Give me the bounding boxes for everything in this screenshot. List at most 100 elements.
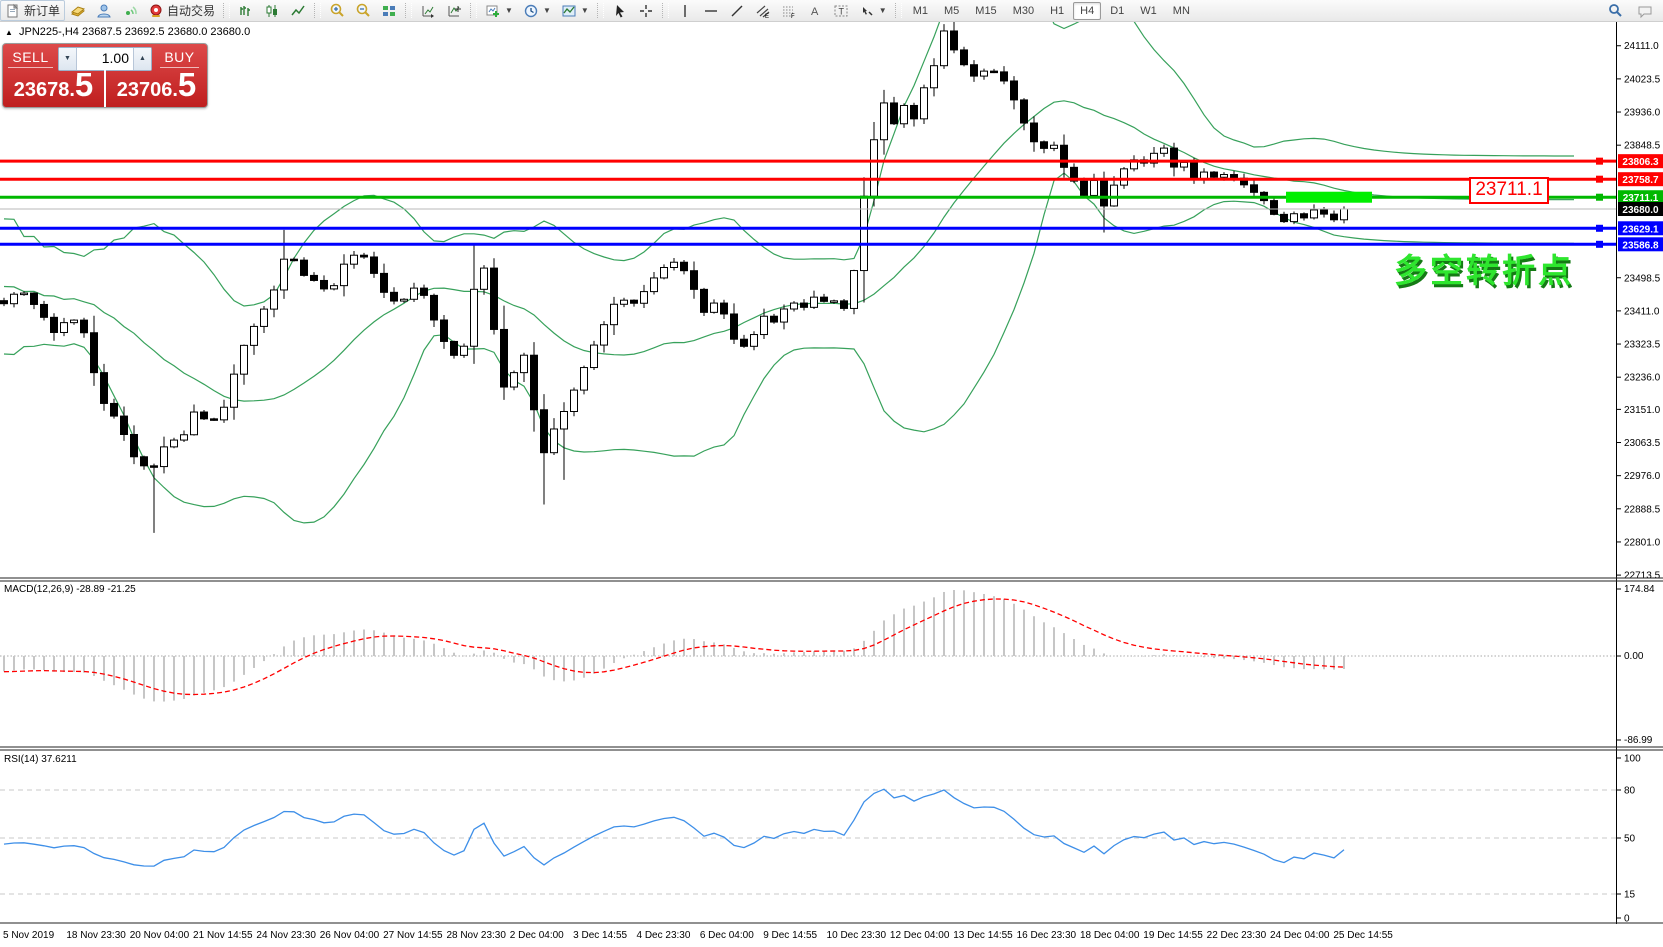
macd-histogram-bar <box>103 656 105 681</box>
candle-body <box>1311 210 1318 218</box>
timeframe-button-h1[interactable]: H1 <box>1043 2 1071 20</box>
candle-body <box>611 304 618 324</box>
buy-button[interactable]: BUY <box>152 46 207 68</box>
dropdown-caret: ▼ <box>543 6 551 15</box>
template-button[interactable]: ▼ <box>556 0 594 21</box>
macd-histogram-bar <box>1083 645 1085 656</box>
label-tool-button[interactable]: T <box>828 0 854 21</box>
current-price-badge-label: 23680.0 <box>1622 205 1659 216</box>
text-label-icon: T <box>833 3 849 19</box>
svg-text:E: E <box>765 14 769 19</box>
chat-icon[interactable] <box>1637 3 1653 19</box>
volume-increase-button[interactable]: ▲ <box>133 48 151 70</box>
hline-23629.1-badge-label: 23629.1 <box>1622 224 1659 235</box>
macd-histogram-bar <box>983 594 985 656</box>
crosshair-button[interactable] <box>633 0 659 21</box>
buy-price-pip: 5 <box>178 70 196 100</box>
macd-histogram-bar <box>1153 655 1155 656</box>
candle-body <box>601 325 608 345</box>
candle-body <box>441 320 448 341</box>
search-icon[interactable] <box>1607 3 1623 19</box>
arrows-tool-button[interactable]: ▼ <box>854 0 892 21</box>
candle-body <box>1021 100 1028 123</box>
horizontal-line-icon <box>703 3 719 19</box>
highlight-bar[interactable] <box>1286 192 1372 203</box>
candle-body <box>91 333 98 373</box>
candle-body <box>211 419 218 421</box>
zoom-in-button[interactable] <box>324 0 350 21</box>
macd-histogram-bar <box>993 596 995 656</box>
time-axis-label: 12 Dec 04:00 <box>890 930 950 941</box>
time-axis-label: 6 Dec 04:00 <box>700 930 754 941</box>
macd-histogram-bar <box>753 653 755 656</box>
macd-histogram-bar <box>323 635 325 656</box>
candle-body <box>1301 214 1308 218</box>
new-order-button[interactable]: 新订单 <box>0 0 65 21</box>
text-tool-button[interactable]: A <box>802 0 828 21</box>
accounts-button[interactable] <box>91 0 117 21</box>
sell-button[interactable]: SELL <box>3 46 58 68</box>
macd-histogram-bar <box>483 650 485 656</box>
timeframe-button-m1[interactable]: M1 <box>906 2 935 20</box>
macd-histogram-bar <box>13 656 15 670</box>
time-axis-label: 18 Dec 04:00 <box>1080 930 1140 941</box>
timeframe-button-d1[interactable]: D1 <box>1103 2 1131 20</box>
market-watch-button[interactable] <box>65 0 91 21</box>
line-chart-button[interactable] <box>285 0 311 21</box>
price-tick-label: 23498.5 <box>1624 273 1661 284</box>
sell-price-button[interactable]: 23678.5 <box>3 70 106 107</box>
timeframe-button-m15[interactable]: M15 <box>968 2 1003 20</box>
timeframe-button-h4[interactable]: H4 <box>1073 2 1101 20</box>
candle-body <box>1061 145 1068 167</box>
candle-body <box>501 329 508 387</box>
candle-body <box>641 292 648 304</box>
cursor-button[interactable] <box>607 0 633 21</box>
channel-tool-button[interactable]: E <box>750 0 776 21</box>
chart-canvas[interactable]: 23806.323758.723711.123629.123586.823680… <box>0 21 1663 947</box>
macd-histogram-bar <box>543 656 545 677</box>
tile-windows-button[interactable] <box>376 0 402 21</box>
autotrade-button[interactable]: 自动交易 <box>143 0 220 21</box>
signals-button[interactable] <box>117 0 143 21</box>
candle-body <box>1221 175 1228 178</box>
timeframe-button-mn[interactable]: MN <box>1166 2 1197 20</box>
new-chart-button[interactable]: ▼ <box>480 0 518 21</box>
vline-tool-button[interactable] <box>672 0 698 21</box>
bar-chart-button[interactable] <box>233 0 259 21</box>
indicator-window-button[interactable] <box>415 0 441 21</box>
candle-body <box>271 290 278 309</box>
price-tick-label: 22713.5 <box>1624 571 1661 582</box>
candle-body <box>1161 148 1168 153</box>
template-icon <box>561 3 577 19</box>
buy-price-button[interactable]: 23706.5 <box>106 70 207 107</box>
timeframe-button-m5[interactable]: M5 <box>937 2 966 20</box>
candle-body <box>51 317 58 332</box>
candle-body <box>791 303 798 309</box>
candlestick-button[interactable] <box>259 0 285 21</box>
macd-histogram-bar <box>1063 633 1065 656</box>
volume-input[interactable]: ▼ 1.00 ▲ <box>58 47 152 71</box>
price-tick-label: 22888.5 <box>1624 504 1661 515</box>
time-axis-label: 19 Dec 14:55 <box>1143 930 1203 941</box>
candle-body <box>591 345 598 367</box>
macd-histogram-bar <box>853 648 855 656</box>
rsi-tick-label: 50 <box>1624 834 1636 845</box>
fibo-tool-button[interactable]: F <box>776 0 802 21</box>
timeframe-button-m30[interactable]: M30 <box>1006 2 1041 20</box>
trendline-tool-button[interactable] <box>724 0 750 21</box>
price-tick-label: 22801.0 <box>1624 537 1661 548</box>
macd-histogram-bar <box>293 641 295 656</box>
hline-tool-button[interactable] <box>698 0 724 21</box>
price-callout-box[interactable]: 23711.1 <box>1469 177 1549 204</box>
period-button[interactable]: ▼ <box>518 0 556 21</box>
candle-body <box>561 412 568 429</box>
indicator-window2-button[interactable] <box>441 0 467 21</box>
turning-point-annotation[interactable]: 多空转折点 <box>1394 244 1574 292</box>
candle-body <box>1031 123 1038 142</box>
time-axis-label: 3 Dec 14:55 <box>573 930 627 941</box>
macd-histogram-bar <box>463 656 465 657</box>
timeframe-button-w1[interactable]: W1 <box>1133 2 1164 20</box>
zoom-out-button[interactable] <box>350 0 376 21</box>
candle-body <box>1121 169 1128 185</box>
candle-body <box>121 416 128 434</box>
